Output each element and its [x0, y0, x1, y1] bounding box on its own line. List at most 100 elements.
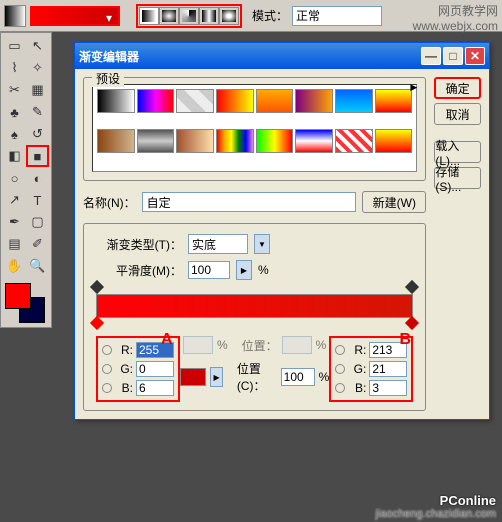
new-button[interactable]: 新建(W) [362, 191, 426, 213]
chevron-right-icon[interactable]: ▶ [236, 260, 252, 280]
history-brush-tool[interactable]: ↺ [26, 123, 49, 145]
mode-value: 正常 [296, 9, 320, 23]
tool-preset-icon[interactable] [4, 5, 26, 27]
crop-tool[interactable]: ✂ [3, 79, 26, 101]
preset-swatch[interactable] [335, 89, 373, 113]
pos-input [282, 336, 312, 354]
close-button[interactable]: ✕ [465, 47, 485, 65]
angle-gradient-button[interactable] [179, 7, 199, 25]
gradient-tool[interactable]: ■ [26, 145, 49, 167]
grad-type-label: 渐变类型(T)： [92, 236, 182, 253]
preset-swatch[interactable] [375, 129, 413, 153]
gradient-type-buttons [136, 4, 242, 28]
type-tool[interactable]: T [26, 189, 49, 211]
minimize-button[interactable]: ― [421, 47, 441, 65]
preset-swatch[interactable] [295, 129, 333, 153]
path-tool[interactable]: ↗ [3, 189, 26, 211]
linear-gradient-button[interactable] [139, 7, 159, 25]
footer-watermark-2: jiaocheng.chazidian.com [376, 508, 496, 520]
toolbox: ▭↖ ⌇✧ ✂▦ ♣✎ ♠↺ ◧■ ○◐ ↗T ✒▢ ▤✐ ✋🔍 [0, 32, 52, 328]
opacity-stop-right[interactable] [407, 282, 417, 294]
ok-button[interactable]: 确定 [434, 77, 481, 99]
color-stop-left[interactable] [92, 318, 102, 330]
smooth-label: 平滑度(M)： [92, 262, 182, 279]
eyedrop-tool[interactable]: ✐ [26, 233, 49, 255]
radio-icon[interactable] [335, 345, 345, 355]
cancel-button[interactable]: 取消 [434, 103, 481, 125]
lasso-tool[interactable]: ⌇ [3, 57, 26, 79]
mode-select[interactable]: 正常 [292, 6, 382, 26]
preset-swatch[interactable] [375, 89, 413, 113]
reflected-gradient-button[interactable] [199, 7, 219, 25]
presets-label: 预设 [92, 70, 124, 87]
radio-icon[interactable] [102, 383, 112, 393]
preset-swatch[interactable] [216, 129, 254, 153]
heal-tool[interactable]: ♣ [3, 101, 26, 123]
chevron-right-icon[interactable]: ▶ [210, 367, 223, 387]
radio-icon[interactable] [102, 345, 112, 355]
presets-grid [92, 84, 417, 172]
name-label: 名称(N)： [83, 194, 136, 211]
notes-tool[interactable]: ▤ [3, 233, 26, 255]
dodge-tool[interactable]: ◐ [26, 167, 49, 189]
annotation-b: B [399, 331, 411, 349]
shape-tool[interactable]: ▢ [26, 211, 49, 233]
preset-swatch[interactable] [176, 89, 214, 113]
titlebar[interactable]: 渐变编辑器 ― □ ✕ [75, 43, 489, 69]
opacity-stop-left[interactable] [92, 282, 102, 294]
load-button[interactable]: 载入(L)... [434, 141, 481, 163]
radio-icon[interactable] [102, 364, 112, 374]
radio-icon[interactable] [335, 383, 345, 393]
mode-label: 模式： [252, 7, 288, 24]
radial-gradient-button[interactable] [159, 7, 179, 25]
preset-swatch[interactable] [137, 129, 175, 153]
foreground-color[interactable] [5, 283, 31, 309]
chevron-down-icon: ▾ [106, 11, 116, 21]
presets-group: 预设 ▶ [83, 77, 426, 181]
diamond-gradient-button[interactable] [219, 7, 239, 25]
pos-c-label: 位置(C)： [237, 360, 277, 394]
a-g-input[interactable] [136, 361, 174, 377]
brush-tool[interactable]: ✎ [26, 101, 49, 123]
pos-c-input[interactable] [281, 368, 315, 386]
percent-label: % [258, 263, 269, 277]
b-b-input[interactable] [369, 380, 407, 396]
preset-swatch[interactable] [335, 129, 373, 153]
gradient-preview-dropdown[interactable]: ▾ [30, 6, 120, 26]
smooth-input[interactable] [188, 261, 230, 279]
maximize-button[interactable]: □ [443, 47, 463, 65]
color-stop-right[interactable] [407, 318, 417, 330]
preset-swatch[interactable] [256, 89, 294, 113]
radio-icon[interactable] [335, 364, 345, 374]
pen-tool[interactable]: ✒ [3, 211, 26, 233]
marquee-tool[interactable]: ▭ [3, 35, 26, 57]
b-g-input[interactable] [369, 361, 407, 377]
slice-tool[interactable]: ▦ [26, 79, 49, 101]
blur-tool[interactable]: ○ [3, 167, 26, 189]
color-swatches [3, 281, 51, 325]
presets-menu-icon[interactable]: ▶ [410, 82, 417, 93]
preset-swatch[interactable] [295, 89, 333, 113]
color-chip[interactable] [180, 368, 206, 386]
grad-type-select[interactable]: 实底 [188, 234, 248, 254]
save-button[interactable]: 存储(S)... [434, 167, 481, 189]
zoom-tool[interactable]: 🔍 [26, 255, 49, 277]
mid-controls: % 位置： % ▶ 位置(C)： % [180, 336, 329, 394]
gradient-bar[interactable] [96, 294, 413, 318]
move-tool[interactable]: ↖ [26, 35, 49, 57]
a-b-input[interactable] [136, 380, 174, 396]
stamp-tool[interactable]: ♠ [3, 123, 26, 145]
preset-swatch[interactable] [97, 129, 135, 153]
dialog-title: 渐变编辑器 [79, 48, 419, 65]
options-bar: ▾ 模式： 正常 网页教学网 www.webjx.com [0, 0, 502, 32]
name-input[interactable] [142, 192, 357, 212]
eraser-tool[interactable]: ◧ [3, 145, 26, 167]
chevron-down-icon[interactable]: ▼ [254, 234, 270, 254]
preset-swatch[interactable] [216, 89, 254, 113]
preset-swatch[interactable] [176, 129, 214, 153]
wand-tool[interactable]: ✧ [26, 57, 49, 79]
hand-tool[interactable]: ✋ [3, 255, 26, 277]
preset-swatch[interactable] [256, 129, 294, 153]
preset-swatch[interactable] [137, 89, 175, 113]
preset-swatch[interactable] [97, 89, 135, 113]
